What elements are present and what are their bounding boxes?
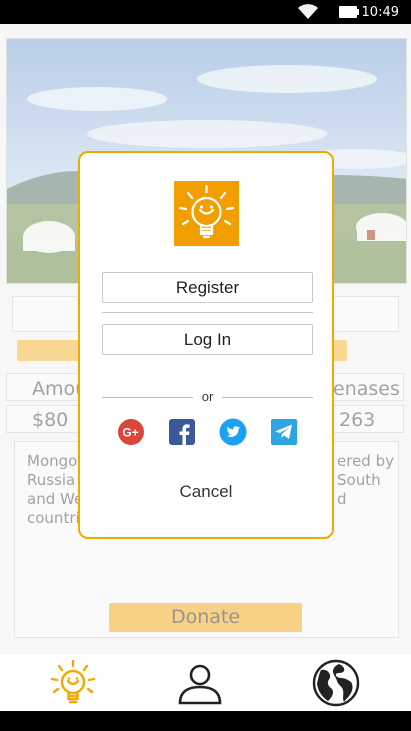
login-button[interactable]: Log In (102, 324, 313, 355)
lightbulb-smile-icon (174, 181, 239, 246)
battery-icon (339, 6, 359, 18)
facebook-icon[interactable] (168, 418, 196, 446)
or-separator: or (102, 389, 313, 405)
auth-modal: Register Log In or G+ Cancel (78, 151, 334, 539)
wifi-icon (298, 4, 318, 19)
system-navigation-bar (0, 711, 411, 731)
profile-icon[interactable] (175, 658, 225, 708)
google-plus-icon[interactable]: G+ (117, 418, 145, 446)
divider (102, 312, 313, 313)
twitter-icon[interactable] (219, 418, 247, 446)
bottom-navigation (0, 654, 411, 711)
status-time: 10:49 (361, 5, 399, 20)
cancel-button[interactable]: Cancel (80, 482, 332, 502)
lightbulb-icon[interactable] (48, 658, 98, 708)
telegram-icon[interactable] (270, 418, 298, 446)
register-button[interactable]: Register (102, 272, 313, 303)
svg-text:G+: G+ (122, 426, 138, 440)
or-line-right (222, 397, 313, 398)
status-bar: 10:49 (0, 0, 411, 24)
globe-icon[interactable] (311, 658, 361, 708)
